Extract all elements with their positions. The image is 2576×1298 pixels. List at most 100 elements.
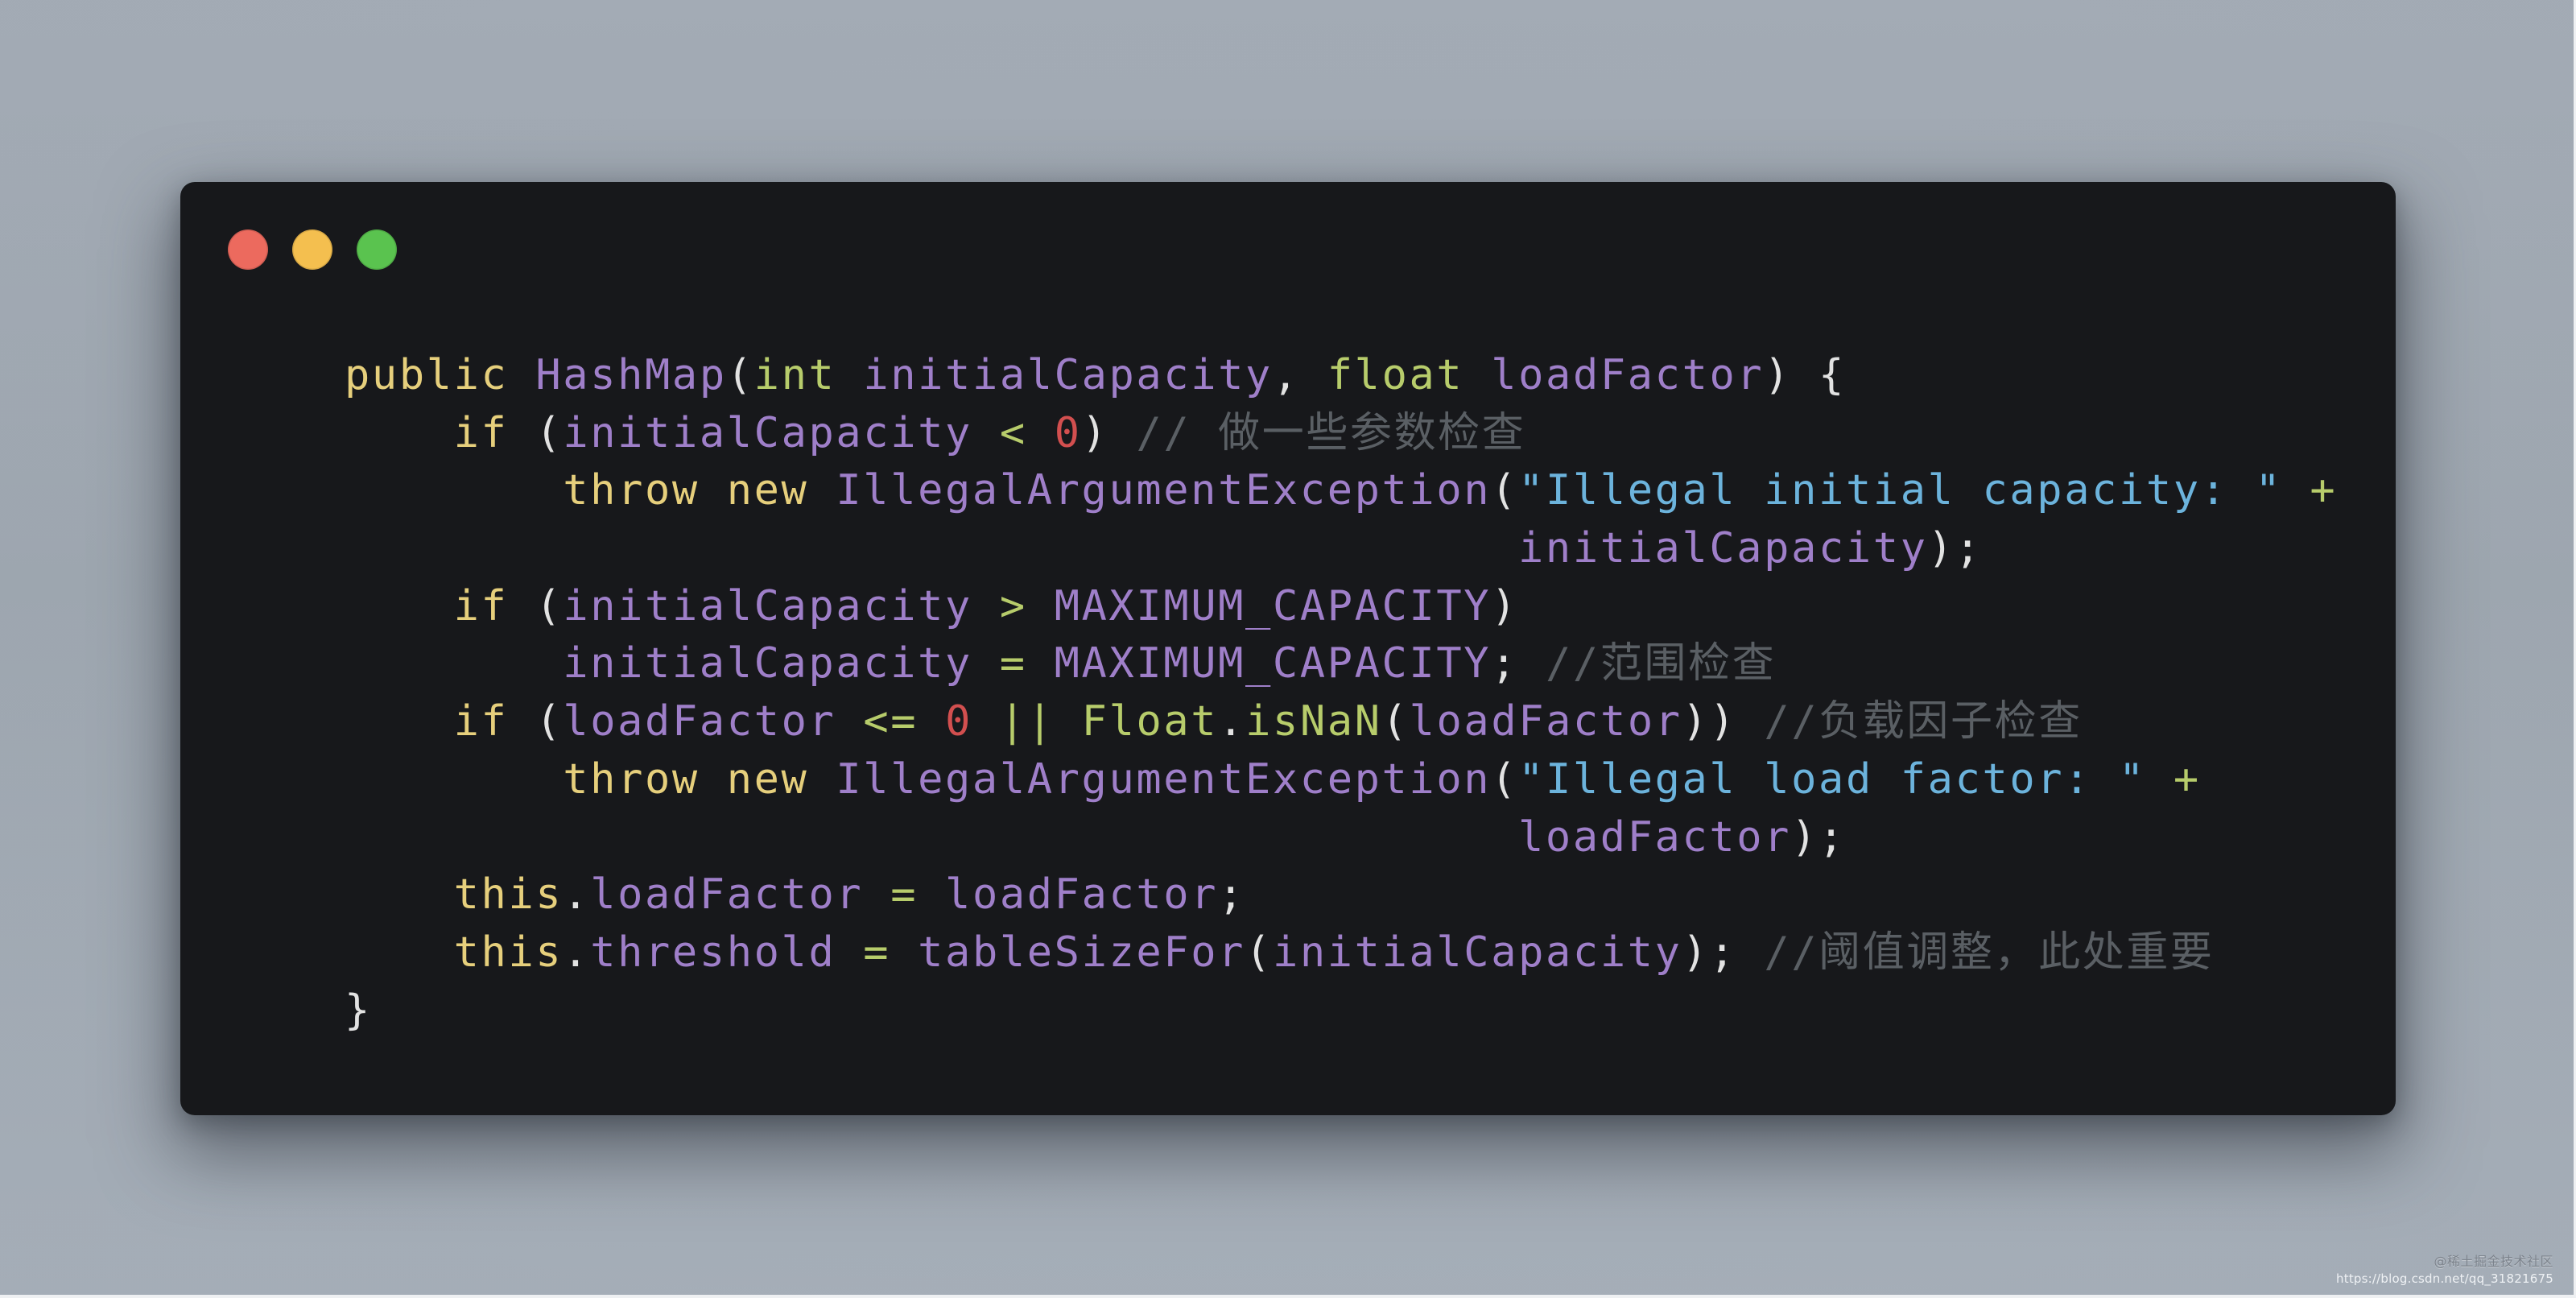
code-token-identifier: initialCapacity <box>563 408 972 457</box>
code-token-comment: //负载因子检查 <box>1764 697 2083 746</box>
code-token-punctuation: . <box>1218 697 1246 746</box>
code-token-identifier: loadFactor <box>563 697 836 746</box>
maximize-dot-icon[interactable] <box>357 229 397 270</box>
code-line: this.threshold = tableSizeFor(initialCap… <box>345 924 2337 982</box>
code-token-keyword: new <box>726 754 809 804</box>
code-token-whitespace <box>345 582 454 630</box>
code-line: initialCapacity); <box>345 520 2337 578</box>
code-token-identifier: initialCapacity <box>1272 928 1682 977</box>
code-token-identifier: loadFactor <box>1491 351 1765 399</box>
code-token-identifier: HashMap <box>535 351 727 399</box>
code-token-whitespace <box>972 639 1000 688</box>
code-token-number: 0 <box>945 697 972 746</box>
code-token-keyword: throw <box>563 466 700 515</box>
code-token-operator: = <box>863 928 891 977</box>
code-token-punctuation: . <box>563 928 591 977</box>
code-token-whitespace <box>1027 639 1055 688</box>
code-token-whitespace <box>1736 928 1764 977</box>
code-token-punctuation: ( <box>535 697 564 746</box>
code-token-comment: //范围检查 <box>1546 639 1777 688</box>
code-token-whitespace <box>345 755 563 804</box>
code-token-keyword: if <box>453 581 509 630</box>
code-token-whitespace <box>836 928 863 977</box>
code-token-whitespace <box>863 870 890 919</box>
code-token-identifier: MAXIMUM_CAPACITY <box>1054 581 1492 630</box>
code-token-operator: + <box>2310 466 2338 515</box>
minimize-dot-icon[interactable] <box>292 229 332 270</box>
code-token-whitespace <box>836 697 863 746</box>
code-token-identifier: initialCapacity <box>563 581 972 630</box>
code-token-identifier: initialCapacity <box>563 639 972 688</box>
code-block: public HashMap(int initialCapacity, floa… <box>345 347 2337 1040</box>
code-token-punctuation: ) <box>1491 581 1519 630</box>
code-token-whitespace <box>1300 351 1327 399</box>
code-token-string: "Illegal initial capacity: " <box>1518 466 2283 515</box>
code-line: public HashMap(int initialCapacity, floa… <box>345 347 2337 405</box>
code-token-punctuation: ); <box>1682 928 1737 977</box>
code-token-whitespace <box>345 466 563 515</box>
code-token-operator: + <box>2173 754 2201 804</box>
code-token-comment: //阈值调整，此处重要 <box>1764 928 2215 977</box>
code-token-whitespace <box>1791 351 1818 399</box>
code-token-whitespace <box>508 409 535 457</box>
code-token-punctuation: ); <box>1927 524 1983 573</box>
code-token-whitespace <box>890 928 918 977</box>
code-token-whitespace <box>972 697 1000 746</box>
code-token-identifier: loadFactor <box>1518 812 1792 862</box>
code-token-whitespace <box>1463 351 1491 399</box>
code-token-punctuation: , <box>1272 351 1300 399</box>
code-token-identifier: threshold <box>590 928 836 977</box>
code-token-whitespace <box>1737 697 1765 746</box>
code-token-whitespace <box>700 466 727 515</box>
code-token-punctuation: ) <box>1081 408 1109 457</box>
code-token-keyword: public <box>345 351 509 399</box>
code-token-keyword: if <box>453 408 509 457</box>
code-token-identifier: loadFactor <box>1409 697 1682 746</box>
code-token-whitespace <box>836 351 863 399</box>
code-token-punctuation: ( <box>1381 697 1410 746</box>
code-token-whitespace <box>918 870 945 919</box>
code-token-whitespace <box>972 582 1000 630</box>
code-token-operator: = <box>890 870 919 920</box>
code-token-number: 0 <box>1054 408 1082 457</box>
code-token-whitespace <box>808 755 836 804</box>
code-token-punctuation: } <box>345 986 372 1035</box>
code-token-whitespace <box>508 351 535 399</box>
code-token-keyword: new <box>726 466 809 515</box>
code-line: if (initialCapacity > MAXIMUM_CAPACITY) <box>345 578 2337 636</box>
code-token-punctuation: ) <box>1764 351 1792 399</box>
code-token-punctuation: ( <box>535 408 564 457</box>
code-token-punctuation: { <box>1818 351 1847 399</box>
code-token-type: isNaN <box>1245 697 1382 746</box>
code-token-operator: < <box>999 408 1027 457</box>
code-token-identifier: IllegalArgumentException <box>836 466 1492 515</box>
code-token-whitespace <box>345 697 454 746</box>
code-token-whitespace <box>700 755 727 804</box>
code-line: initialCapacity = MAXIMUM_CAPACITY; //范围… <box>345 635 2337 693</box>
code-token-operator: > <box>999 581 1027 630</box>
code-token-whitespace <box>1027 582 1055 630</box>
code-token-punctuation: ; <box>1218 870 1246 920</box>
code-token-whitespace <box>972 409 1000 457</box>
code-line: this.loadFactor = loadFactor; <box>345 866 2337 924</box>
code-token-keyword: throw <box>563 754 700 804</box>
code-token-whitespace <box>345 524 1518 573</box>
code-token-whitespace <box>2282 466 2310 515</box>
code-token-identifier: MAXIMUM_CAPACITY <box>1054 639 1492 688</box>
code-token-identifier: loadFactor <box>945 870 1219 920</box>
code-token-whitespace <box>2146 755 2174 804</box>
code-token-whitespace <box>918 697 945 746</box>
code-token-type: Float <box>1081 697 1219 746</box>
code-token-whitespace <box>508 582 535 630</box>
watermark-url: https://blog.csdn.net/qq_31821675 <box>2336 1271 2553 1286</box>
watermark-community: @稀土掘金技术社区 <box>2434 1254 2553 1270</box>
code-window: public HashMap(int initialCapacity, floa… <box>180 182 2396 1115</box>
code-token-keyword: if <box>453 697 509 746</box>
code-token-punctuation: ( <box>1491 466 1519 515</box>
code-token-operator: <= <box>863 697 919 746</box>
code-line: throw new IllegalArgumentException("Ille… <box>345 751 2337 809</box>
code-line: } <box>345 982 2337 1040</box>
close-dot-icon[interactable] <box>228 229 268 270</box>
code-token-whitespace <box>808 466 836 515</box>
code-token-operator: = <box>999 639 1027 688</box>
